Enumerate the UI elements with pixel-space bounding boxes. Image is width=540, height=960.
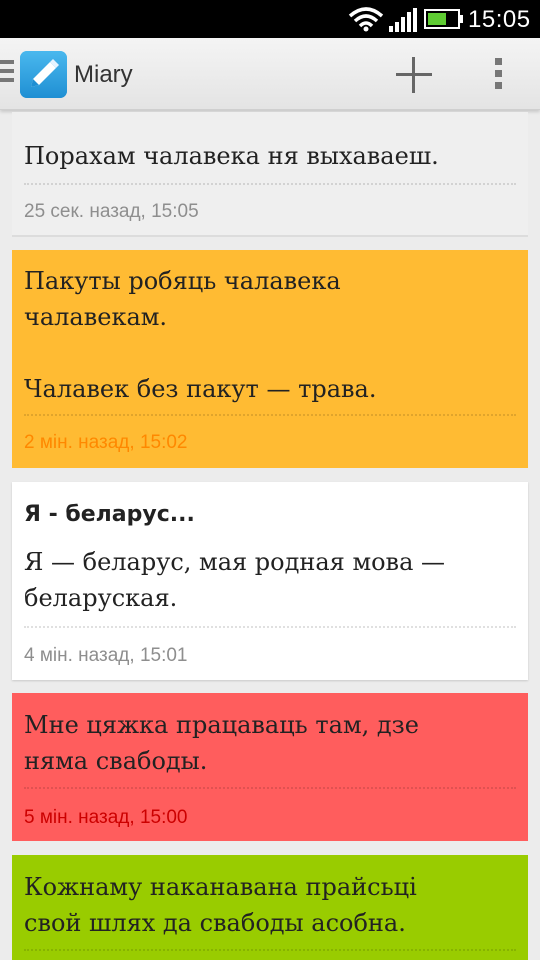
divider bbox=[24, 414, 516, 416]
note-text: Я — беларус, мая родная мова — беларуска… bbox=[24, 548, 446, 612]
note-text: Порахам чалавека ня выхаваеш. bbox=[24, 142, 439, 170]
note-title: Я - беларус... bbox=[24, 502, 195, 527]
note-timestamp: 5 мін. назад, 15:00 bbox=[24, 807, 188, 828]
note-card[interactable]: Пакуты робяць чалавека чалавекам. Чалаве… bbox=[12, 250, 528, 468]
note-timestamp: 4 мін. назад, 15:01 bbox=[24, 645, 188, 666]
note-card[interactable]: Кожнаму наканавана прайсьці свой шлях да… bbox=[12, 855, 528, 960]
app-title: Miary bbox=[74, 61, 133, 88]
wifi-icon bbox=[348, 7, 384, 32]
note-card[interactable]: Порахам чалавека ня выхаваеш. 25 сек. на… bbox=[12, 112, 528, 237]
note-text: Мне цяжка працаваць там, дзе няма свабод… bbox=[24, 711, 419, 775]
divider bbox=[24, 183, 516, 185]
add-note-button[interactable] bbox=[384, 48, 444, 100]
note-text: Кожнаму наканавана прайсьці свой шлях да… bbox=[24, 873, 417, 937]
note-timestamp: 25 сек. назад, 15:05 bbox=[24, 201, 199, 222]
pencil-icon[interactable] bbox=[20, 51, 67, 98]
action-bar: Miary bbox=[0, 38, 540, 110]
divider bbox=[24, 949, 516, 951]
divider bbox=[24, 626, 516, 628]
note-card[interactable]: Мне цяжка працаваць там, дзе няма свабод… bbox=[12, 693, 528, 841]
battery-icon bbox=[424, 9, 463, 29]
clock: 15:05 bbox=[468, 6, 531, 33]
status-bar: 15:05 bbox=[0, 0, 540, 38]
signal-icon bbox=[389, 8, 417, 32]
overflow-menu-icon[interactable] bbox=[484, 54, 514, 94]
note-timestamp: 2 мін. назад, 15:02 bbox=[24, 432, 188, 453]
drawer-icon[interactable] bbox=[0, 60, 14, 86]
divider bbox=[24, 787, 516, 789]
note-card[interactable]: Я - беларус... Я — беларус, мая родная м… bbox=[12, 482, 528, 680]
note-text: Пакуты робяць чалавека чалавекам. Чалаве… bbox=[24, 267, 377, 403]
